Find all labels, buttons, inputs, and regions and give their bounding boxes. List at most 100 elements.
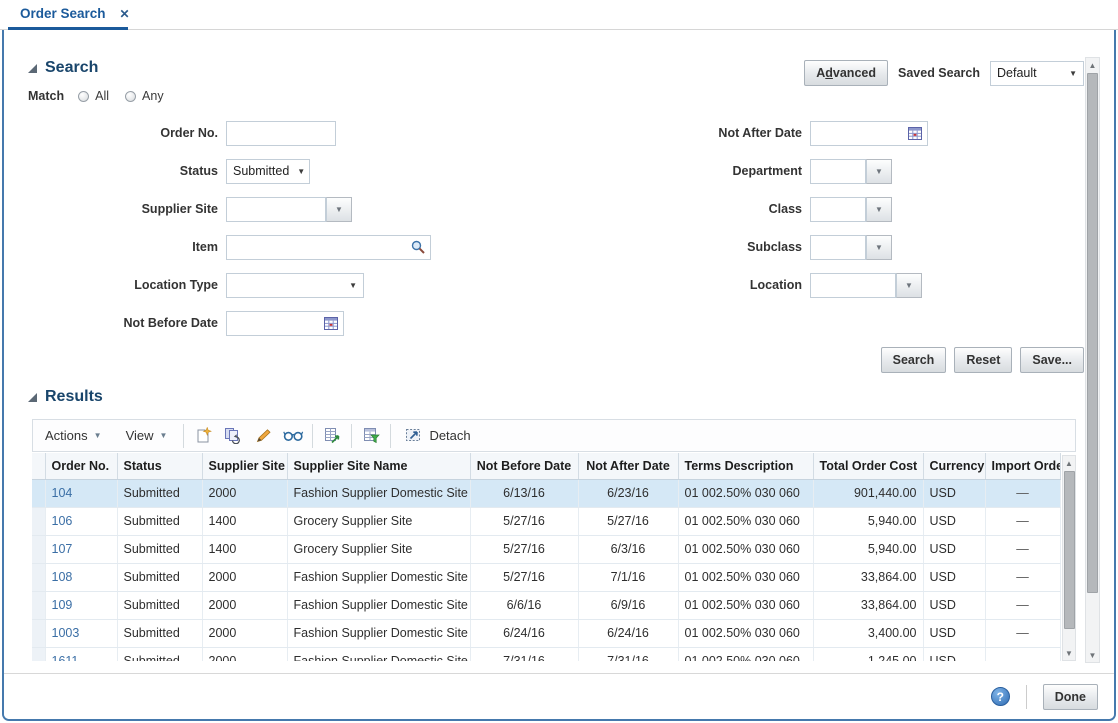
order-no-link[interactable]: 108 [45,563,117,591]
collapse-triangle-icon[interactable] [28,393,37,402]
order-no-link[interactable]: 107 [45,535,117,563]
reset-button[interactable]: Reset [954,347,1012,373]
cell-status: Submitted [117,507,202,535]
match-all-option[interactable]: All [78,89,109,103]
order-no-link[interactable]: 106 [45,507,117,535]
row-selector[interactable] [32,647,45,661]
row-selector[interactable] [32,479,45,507]
cell-not-after-date: 7/1/16 [578,563,678,591]
add-icon[interactable] [188,423,218,449]
table-row[interactable]: 104 Submitted 2000 Fashion Supplier Dome… [32,479,1060,507]
page-scrollbar[interactable]: ▲ ▼ [1085,57,1100,663]
cell-import-order: — [985,591,1060,619]
col-terms-description[interactable]: Terms Description [678,453,813,479]
edit-icon[interactable] [248,423,278,449]
table-row[interactable]: 106 Submitted 1400 Grocery Supplier Site… [32,507,1060,535]
subclass-input[interactable] [810,235,866,260]
item-input[interactable] [226,235,431,260]
cell-supplier-site: 2000 [202,591,287,619]
search-icon[interactable] [410,239,426,260]
cell-status: Submitted [117,591,202,619]
cell-supplier-site-name: Fashion Supplier Domestic Site [287,619,470,647]
col-status[interactable]: Status [117,453,202,479]
col-not-after-date[interactable]: Not After Date [578,453,678,479]
table-row[interactable]: 1003 Submitted 2000 Fashion Supplier Dom… [32,619,1060,647]
col-import-order[interactable]: Import Order [985,453,1060,479]
order-no-label: Order No. [28,126,218,140]
help-icon[interactable]: ? [991,687,1010,706]
department-input[interactable] [810,159,866,184]
done-button[interactable]: Done [1043,684,1098,710]
cell-terms-description: 01 002.50% 030 060 [678,535,813,563]
col-supplier-site-name[interactable]: Supplier Site Name [287,453,470,479]
table-row[interactable]: 107 Submitted 1400 Grocery Supplier Site… [32,535,1060,563]
collapse-triangle-icon[interactable] [28,64,37,73]
order-no-link[interactable]: 1003 [45,619,117,647]
detach-button[interactable]: Detach [395,426,480,445]
radio-all[interactable] [78,91,89,102]
view-menu[interactable]: View ▼ [114,428,180,443]
close-icon[interactable]: ✕ [120,7,130,21]
class-input[interactable] [810,197,866,222]
order-no-link[interactable]: 104 [45,479,117,507]
radio-any[interactable] [125,91,136,102]
department-dropdown-button[interactable]: ▼ [866,159,892,184]
status-value: Submitted [233,164,289,178]
actions-menu[interactable]: Actions ▼ [33,428,114,443]
table-row[interactable]: 1611 Submitted 2000 Fashion Supplier Dom… [32,647,1060,661]
filter-icon[interactable] [356,423,386,449]
class-dropdown-button[interactable]: ▼ [866,197,892,222]
row-selector[interactable] [32,535,45,563]
row-selector[interactable] [32,563,45,591]
scroll-down-icon[interactable]: ▼ [1086,648,1099,662]
search-section-header[interactable]: Search [28,59,98,77]
col-order-no[interactable]: Order No. [45,453,117,479]
cell-not-after-date: 6/3/16 [578,535,678,563]
cell-import-order: — [985,535,1060,563]
export-excel-icon[interactable] [317,423,347,449]
scroll-up-icon[interactable]: ▲ [1063,456,1076,470]
match-any-option[interactable]: Any [125,89,164,103]
table-row[interactable]: 108 Submitted 2000 Fashion Supplier Dome… [32,563,1060,591]
cell-currency: USD [923,479,985,507]
saved-search-select[interactable]: Default ▼ [990,61,1084,86]
row-selector[interactable] [32,507,45,535]
chevron-down-icon: ▼ [94,431,102,440]
status-select[interactable]: Submitted ▼ [226,159,310,184]
subclass-dropdown-button[interactable]: ▼ [866,235,892,260]
supplier-site-input[interactable] [226,197,326,222]
footer-divider [1026,685,1027,709]
view-icon[interactable] [278,423,308,449]
save-button[interactable]: Save... [1020,347,1084,373]
table-scrollbar[interactable]: ▲ ▼ [1062,455,1077,661]
chevron-down-icon: ▼ [875,167,883,176]
order-no-link[interactable]: 109 [45,591,117,619]
chevron-down-icon: ▼ [297,167,305,176]
cell-not-before-date: 5/27/16 [470,563,578,591]
location-type-select[interactable]: ▼ [226,273,364,298]
search-button[interactable]: Search [881,347,947,373]
advanced-button[interactable]: Advanced [804,60,888,86]
supplier-site-dropdown-button[interactable]: ▼ [326,197,352,222]
order-no-input[interactable] [226,121,336,146]
col-supplier-site[interactable]: Supplier Site [202,453,287,479]
location-input[interactable] [810,273,896,298]
scrollbar-thumb[interactable] [1087,73,1098,593]
calendar-icon[interactable] [323,315,339,336]
row-selector[interactable] [32,619,45,647]
calendar-icon[interactable] [907,125,923,146]
col-currency[interactable]: Currency [923,453,985,479]
col-not-before-date[interactable]: Not Before Date [470,453,578,479]
scroll-up-icon[interactable]: ▲ [1086,58,1099,72]
row-selector[interactable] [32,591,45,619]
table-row[interactable]: 109 Submitted 2000 Fashion Supplier Dome… [32,591,1060,619]
order-no-link[interactable]: 1611 [45,647,117,661]
scrollbar-thumb[interactable] [1064,471,1075,629]
tab-order-search[interactable]: Order Search ✕ [20,6,130,21]
cell-not-before-date: 6/13/16 [470,479,578,507]
results-section-header[interactable]: Results [28,388,103,406]
location-dropdown-button[interactable]: ▼ [896,273,922,298]
duplicate-icon[interactable] [218,423,248,449]
scroll-down-icon[interactable]: ▼ [1063,646,1076,660]
col-total-order-cost[interactable]: Total Order Cost [813,453,923,479]
